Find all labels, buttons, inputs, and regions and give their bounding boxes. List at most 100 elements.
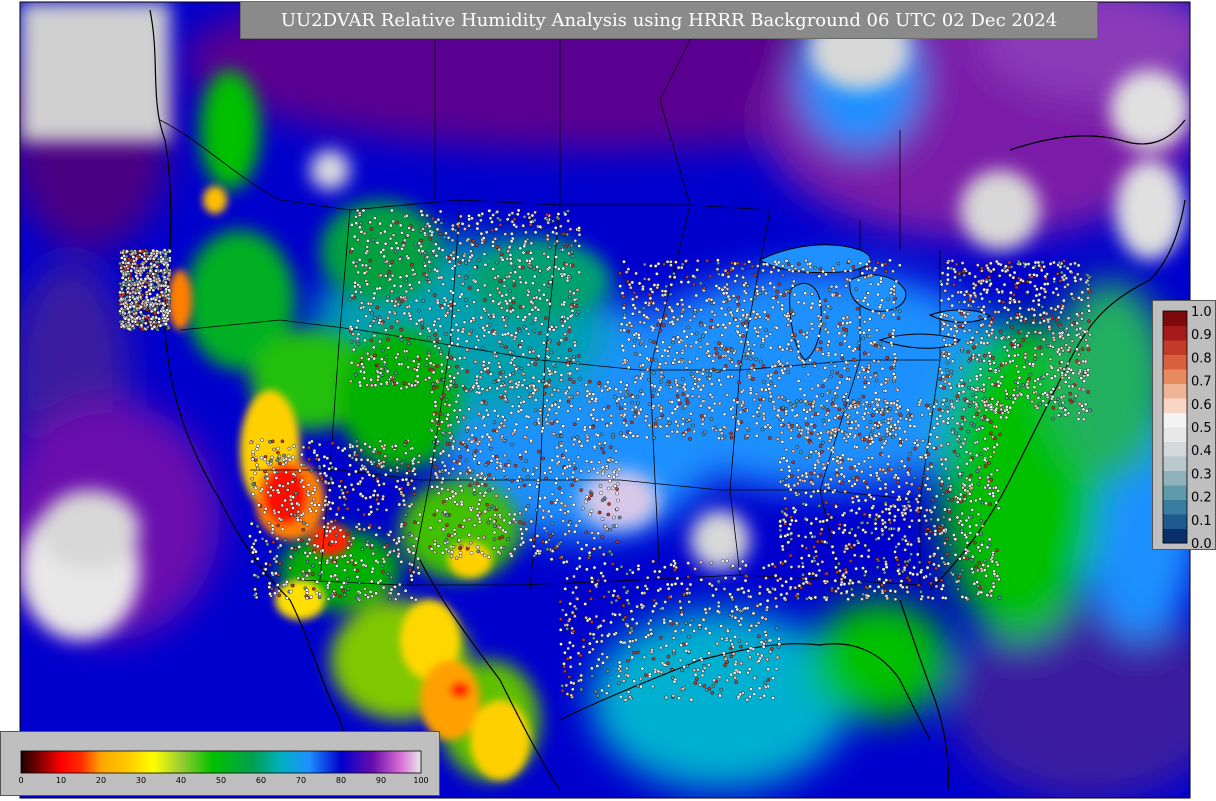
station-marker [463,356,466,359]
station-marker [856,476,859,479]
station-marker [650,300,653,303]
station-marker [410,287,413,290]
station-marker [671,341,674,344]
station-marker [499,280,502,283]
station-marker [661,354,664,357]
station-marker [884,389,887,392]
station-marker [936,547,939,550]
station-marker [700,414,703,417]
station-marker [1034,347,1037,350]
station-marker [890,402,893,405]
station-marker [898,264,901,267]
station-marker [707,350,710,353]
station-marker [459,455,462,458]
station-marker [690,373,693,376]
station-marker [635,272,638,275]
station-marker [542,373,545,376]
station-marker [951,259,954,262]
station-marker [517,315,520,318]
station-marker [747,348,750,351]
station-marker [931,498,934,501]
station-marker [755,434,758,437]
station-marker [839,456,842,459]
station-marker [939,414,942,417]
station-marker [527,363,530,366]
station-marker [680,315,683,318]
station-marker [940,480,943,483]
station-marker [1060,271,1063,274]
station-marker [447,550,450,553]
station-marker [543,392,546,395]
station-marker [864,544,867,547]
station-marker [680,280,683,283]
station-marker [391,274,394,277]
station-marker [935,495,938,498]
station-marker [728,322,731,325]
station-marker [128,265,131,268]
station-marker [1013,271,1016,274]
station-marker [623,413,626,416]
station-marker [791,264,794,267]
station-marker [890,341,893,344]
station-marker [879,468,882,471]
station-marker [645,436,648,439]
station-marker [601,445,604,448]
station-marker [678,341,681,344]
station-marker [498,340,501,343]
station-marker [941,493,944,496]
station-marker [699,345,702,348]
station-marker [685,335,688,338]
station-marker [696,259,699,262]
station-marker [539,225,542,228]
station-marker [371,312,374,315]
station-marker [815,517,818,520]
station-marker [721,288,724,291]
station-marker [988,376,991,379]
station-marker [655,307,658,310]
station-marker [136,277,139,280]
station-marker [437,545,440,548]
station-marker [1064,373,1067,376]
station-marker [1043,311,1046,314]
station-marker [497,550,500,553]
station-marker [596,418,599,421]
station-marker [468,286,471,289]
station-marker [476,289,479,292]
station-marker [1008,301,1011,304]
station-marker [522,251,525,254]
station-marker [504,463,507,466]
station-marker [965,462,968,465]
station-marker [811,327,814,330]
station-marker [167,326,170,329]
station-marker [824,299,827,302]
station-marker [522,468,525,471]
station-marker [551,404,554,407]
station-marker [783,512,786,515]
station-marker [857,376,860,379]
station-marker [545,541,548,544]
station-marker [444,332,447,335]
station-marker [939,532,942,535]
station-marker [785,459,788,462]
station-marker [496,387,499,390]
station-marker [547,510,550,513]
station-marker [978,353,981,356]
station-marker [166,263,169,266]
station-marker [406,234,409,237]
station-marker [534,211,537,214]
station-marker [541,427,544,430]
station-marker [356,238,359,241]
station-marker [888,407,891,410]
station-marker [692,275,695,278]
station-marker [378,316,381,319]
station-marker [601,418,604,421]
station-marker [798,584,801,587]
station-marker [129,277,132,280]
station-marker [438,427,441,430]
station-marker [557,406,560,409]
station-marker [985,408,988,411]
station-marker [532,545,535,548]
station-marker [120,266,123,269]
station-marker [892,429,895,432]
station-marker [163,249,166,252]
